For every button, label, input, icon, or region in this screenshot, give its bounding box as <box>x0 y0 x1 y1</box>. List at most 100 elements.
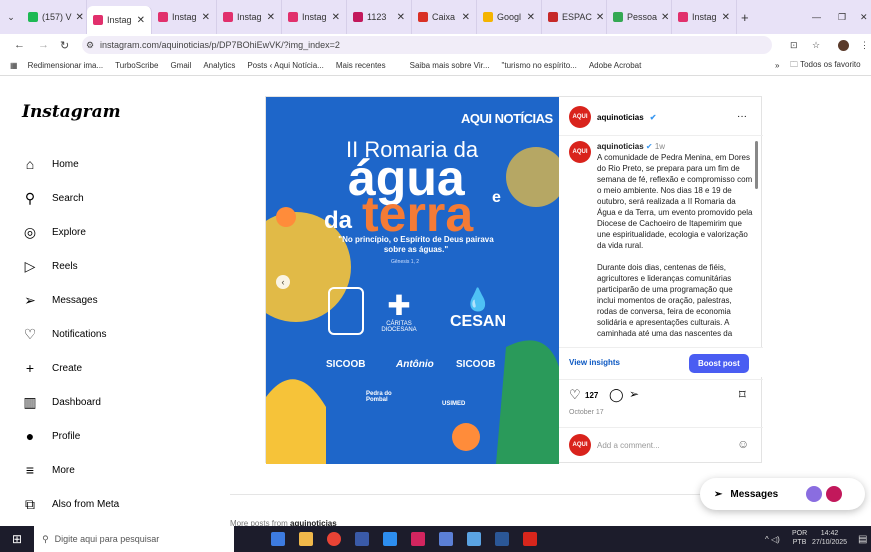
app-icon-2[interactable] <box>299 532 314 546</box>
caption-scrollbar[interactable] <box>755 141 758 189</box>
site-info-icon[interactable]: ⚙ <box>86 40 94 51</box>
tab-close-icon[interactable]: ✕ <box>722 12 730 23</box>
tab-close-icon[interactable]: ✕ <box>137 15 145 26</box>
more-bookmarks-icon[interactable]: » <box>775 61 779 70</box>
sidebar-item-create[interactable]: + Create <box>22 360 82 376</box>
tab-favicon <box>288 12 298 22</box>
tab-close-icon[interactable]: ✕ <box>76 12 84 23</box>
bookmark-item[interactable]: Mais recentes <box>336 61 386 70</box>
like-count[interactable]: 127 <box>585 391 598 400</box>
save-icon[interactable]: ⌑ <box>739 387 746 403</box>
browser-menu-icon[interactable]: ⋮ <box>860 40 869 51</box>
like-icon[interactable]: ♡ <box>569 387 581 403</box>
boost-post-button[interactable]: Boost post <box>689 354 749 373</box>
app-icon-ai[interactable] <box>355 532 370 546</box>
indesign-icon[interactable] <box>411 532 426 546</box>
browser-tab[interactable]: Instag ✕ <box>282 0 347 34</box>
app-icon-7[interactable] <box>439 532 454 546</box>
browser-tab[interactable]: Caixa ✕ <box>412 0 477 34</box>
tab-close-icon[interactable]: ✕ <box>596 12 604 23</box>
clock[interactable]: 14:42 27/10/2025 <box>812 529 847 547</box>
comment-input[interactable]: Add a comment... <box>597 441 660 450</box>
browser-tab[interactable]: Instag ✕ <box>672 0 737 34</box>
tab-close-icon[interactable]: ✕ <box>202 12 210 23</box>
bookmark-item[interactable]: Analytics <box>203 61 235 70</box>
chrome-icon[interactable] <box>327 532 342 546</box>
app-icon-8[interactable] <box>467 532 482 546</box>
bookmark-item[interactable]: Gmail <box>170 61 191 70</box>
browser-tab[interactable]: Instag ✕ <box>152 0 217 34</box>
tab-list-chevron-icon[interactable]: ⌄ <box>0 12 22 23</box>
sidebar-item-label: Also from Meta <box>52 498 120 510</box>
bookmark-item[interactable]: "turismo no espírito... <box>502 61 577 70</box>
caption-time: 1w <box>654 142 666 151</box>
app-icon-1[interactable] <box>271 532 286 546</box>
tab-close-icon[interactable]: ✕ <box>332 12 340 23</box>
apps-icon[interactable]: ▦ <box>10 61 18 70</box>
sidebar-item-home[interactable]: ⌂ Home <box>22 156 79 172</box>
bookmark-item[interactable]: Redimensionar ima... <box>28 61 104 70</box>
url-field[interactable]: ⚙ instagram.com/aquinoticias/p/DP7BOhiEw… <box>82 36 772 54</box>
install-icon[interactable]: ⊡ <box>790 40 798 51</box>
bookmark-star-icon[interactable]: ☆ <box>812 40 820 51</box>
caption-avatar[interactable]: AQUI <box>569 141 591 163</box>
sidebar-item-reels[interactable]: ▷ Reels <box>22 258 78 274</box>
tab-close-icon[interactable]: ✕ <box>397 12 405 23</box>
restore-button[interactable]: ❐ <box>838 12 846 23</box>
back-icon[interactable]: ← <box>14 39 25 51</box>
reload-icon[interactable]: ↻ <box>60 39 69 52</box>
sidebar-item-notifications[interactable]: ♡ Notifications <box>22 326 107 342</box>
tab-close-icon[interactable]: ✕ <box>267 12 275 23</box>
tray-icons[interactable]: ^ ◁) <box>765 535 780 544</box>
sidebar-item-dashboard[interactable]: ▥ Dashboard <box>22 394 101 410</box>
tab-close-icon[interactable]: ✕ <box>462 12 470 23</box>
language-indicator[interactable]: POR PTB <box>792 529 807 547</box>
sidebar-item-search[interactable]: ⚲ Search <box>22 190 84 206</box>
sidebar-home-icon: ⌂ <box>25 156 35 172</box>
minimize-button[interactable]: — <box>812 12 821 22</box>
comment-icon[interactable]: ◯ <box>609 387 624 403</box>
profile-avatar[interactable] <box>838 39 849 51</box>
new-tab-button[interactable]: + <box>741 10 749 25</box>
share-icon[interactable]: ➢ <box>629 387 639 401</box>
browser-tab[interactable]: ESPAC ✕ <box>542 0 607 34</box>
forward-icon[interactable]: → <box>38 39 49 51</box>
browser-tab[interactable]: 1123 ✕ <box>347 0 412 34</box>
bookmark-item[interactable]: TurboScribe <box>115 61 158 70</box>
bookmark-item[interactable]: Adobe Acrobat <box>589 61 641 70</box>
sidebar-item-messages[interactable]: ➢ Messages <box>22 292 97 308</box>
tab-close-icon[interactable]: ✕ <box>527 12 535 23</box>
sidebar-item-also-from-meta[interactable]: ⧉ Also from Meta <box>22 496 119 512</box>
browser-tab[interactable]: Instag ✕ <box>87 6 152 34</box>
windows-start-icon[interactable]: ⊞ <box>12 532 22 546</box>
browser-tab[interactable]: Instag ✕ <box>217 0 282 34</box>
view-insights-link[interactable]: View insights <box>569 358 620 367</box>
caption-username[interactable]: aquinoticias <box>597 142 644 151</box>
all-bookmarks-folder[interactable]: 🗀 Todos os favorito <box>790 59 861 73</box>
close-window-button[interactable]: ✕ <box>860 12 868 23</box>
sidebar-item-more[interactable]: ≡ More <box>22 462 75 478</box>
browser-tab[interactable]: Pessoa ✕ <box>607 0 672 34</box>
taskbar-apps <box>264 532 544 546</box>
author-avatar[interactable]: AQUI <box>569 106 591 128</box>
photoshop-icon[interactable] <box>383 532 398 546</box>
tab-close-icon[interactable]: ✕ <box>661 12 669 23</box>
sidebar-item-explore[interactable]: ◎ Explore <box>22 224 86 240</box>
sidebar-item-profile[interactable]: ● Profile <box>22 428 81 444</box>
message-avatar-1 <box>806 486 823 502</box>
acrobat-icon[interactable] <box>523 532 538 546</box>
bookmark-item[interactable]: Saiba mais sobre Vir... <box>410 61 490 70</box>
messages-floating-button[interactable]: ➢ Messages <box>700 478 865 510</box>
emoji-icon[interactable]: ☺ <box>737 437 749 451</box>
browser-tab[interactable]: (157) V ✕ <box>22 0 87 34</box>
notification-center-icon[interactable]: ▤ <box>858 534 867 545</box>
tab-favicon <box>223 12 233 22</box>
browser-tab[interactable]: Googl ✕ <box>477 0 542 34</box>
post-options-icon[interactable]: ··· <box>737 111 747 122</box>
author-username[interactable]: aquinoticias <box>597 113 644 122</box>
bookmark-item[interactable]: Posts ‹ Aqui Notícia... <box>247 61 323 70</box>
instagram-logo[interactable]: Instagram <box>22 102 121 122</box>
word-icon[interactable] <box>495 532 510 546</box>
carousel-prev-button[interactable]: ‹ <box>276 275 290 289</box>
taskbar-search[interactable]: ⚲ Digite aqui para pesquisar <box>34 526 235 552</box>
